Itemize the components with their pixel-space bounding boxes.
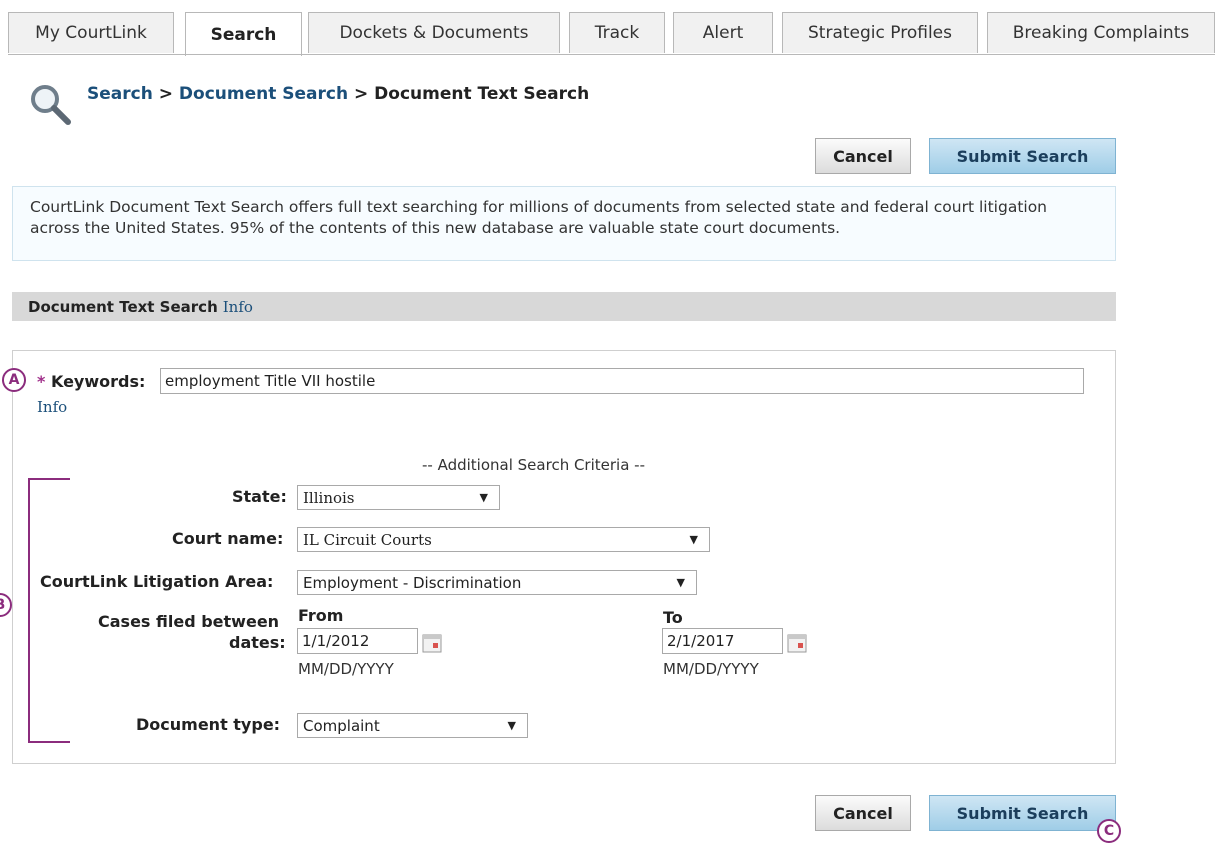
to-date-input[interactable]: 2/1/2017 (662, 628, 783, 654)
state-select[interactable]: Illinois ▼ (297, 485, 500, 510)
document-type-value: Complaint (303, 716, 380, 735)
annotation-bracket (28, 478, 70, 743)
search-form-panel (12, 350, 1116, 764)
state-label: State: (232, 487, 287, 506)
additional-criteria-heading: -- Additional Search Criteria -- (422, 456, 646, 474)
tab-dockets-documents[interactable]: Dockets & Documents (308, 12, 560, 53)
section-info-link[interactable]: Info (223, 298, 253, 316)
keywords-label-text: Keywords: (50, 372, 146, 391)
annotation-a: A (2, 368, 26, 392)
court-name-label: Court name: (172, 529, 284, 548)
chevron-down-icon: ▼ (689, 533, 698, 546)
section-title: Document Text Search (28, 297, 218, 316)
keywords-label: * Keywords: (37, 372, 145, 391)
tab-search[interactable]: Search (185, 12, 302, 56)
cancel-button-top[interactable]: Cancel (815, 138, 911, 174)
breadcrumb-separator: > (348, 84, 375, 104)
chevron-down-icon: ▼ (507, 719, 516, 732)
calendar-icon[interactable] (422, 633, 442, 653)
annotation-b: B (0, 593, 12, 617)
litigation-area-select[interactable]: Employment - Discrimination ▼ (297, 570, 697, 595)
breadcrumb-document-search-link[interactable]: Document Search (179, 84, 348, 104)
litigation-area-value: Employment - Discrimination (303, 573, 522, 592)
court-name-value: IL Circuit Courts (303, 530, 432, 549)
tab-strategic-profiles[interactable]: Strategic Profiles (782, 12, 978, 53)
tab-my-courtlink[interactable]: My CourtLink (8, 12, 174, 53)
to-date-format: MM/DD/YYYY (663, 660, 759, 678)
from-label: From (298, 606, 344, 625)
submit-search-button-bottom[interactable]: Submit Search (929, 795, 1116, 831)
document-type-label: Document type: (136, 715, 281, 734)
keywords-info-link[interactable]: Info (37, 398, 67, 416)
section-header: Document Text Search Info (12, 292, 1116, 321)
chevron-down-icon: ▼ (676, 576, 685, 589)
breadcrumb-separator: > (152, 84, 179, 104)
tab-alert[interactable]: Alert (673, 12, 773, 53)
document-type-select[interactable]: Complaint ▼ (297, 713, 528, 738)
keywords-input[interactable]: employment Title VII hostile (160, 368, 1084, 394)
annotation-c: C (1097, 819, 1121, 843)
chevron-down-icon: ▼ (479, 491, 488, 504)
from-date-input[interactable]: 1/1/2012 (297, 628, 418, 654)
tab-breaking-complaints[interactable]: Breaking Complaints (987, 12, 1215, 53)
from-date-format: MM/DD/YYYY (298, 660, 394, 678)
breadcrumb-current: Document Text Search (374, 84, 590, 104)
tab-divider (8, 54, 1215, 55)
breadcrumb: Search > Document Search > Document Text… (87, 84, 589, 104)
tab-track[interactable]: Track (569, 12, 665, 53)
dates-label-line2: dates: (229, 633, 286, 652)
cancel-button-bottom[interactable]: Cancel (815, 795, 911, 831)
court-name-select[interactable]: IL Circuit Courts ▼ (297, 527, 710, 552)
breadcrumb-search-link[interactable]: Search (87, 84, 153, 104)
magnifier-icon (31, 85, 71, 125)
state-value: Illinois (303, 488, 355, 507)
litigation-area-label: CourtLink Litigation Area: (40, 572, 274, 591)
required-marker: * (37, 372, 46, 391)
submit-search-button-top[interactable]: Submit Search (929, 138, 1116, 174)
calendar-icon[interactable] (787, 633, 807, 653)
to-label: To (663, 608, 683, 627)
intro-text: CourtLink Document Text Search offers fu… (12, 186, 1116, 261)
dates-label-line1: Cases filed between (98, 612, 280, 631)
